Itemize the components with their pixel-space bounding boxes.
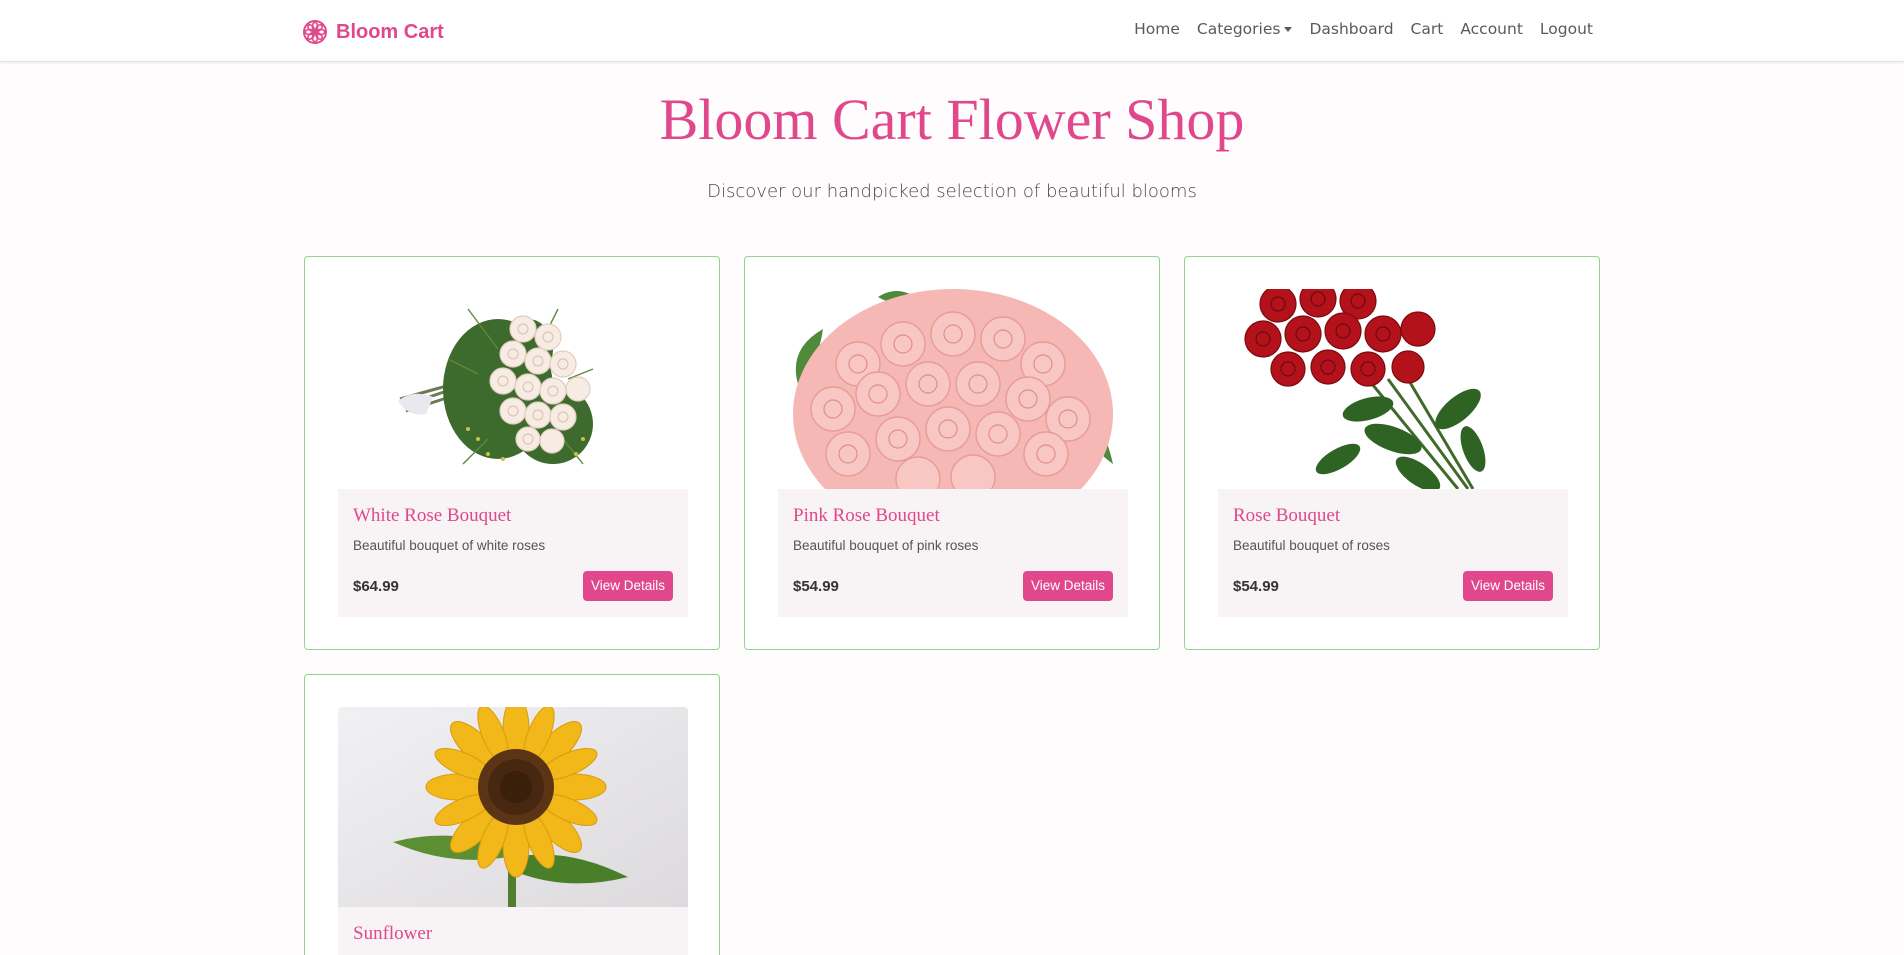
product-card-body: White Rose Bouquet Beautiful bouquet of … bbox=[338, 489, 688, 617]
product-description: Beautiful bouquet of roses bbox=[1233, 538, 1390, 553]
nav-links: Home Categories Dashboard Cart Account L… bbox=[1134, 20, 1593, 38]
nav-cart[interactable]: Cart bbox=[1411, 20, 1444, 38]
nav-logout[interactable]: Logout bbox=[1540, 20, 1593, 38]
product-title[interactable]: White Rose Bouquet bbox=[353, 505, 511, 527]
navbar: Bloom Cart Home Categories Dashboard Car… bbox=[0, 0, 1904, 62]
caret-down-icon bbox=[1284, 26, 1293, 32]
nav-home[interactable]: Home bbox=[1134, 20, 1180, 38]
nav-account[interactable]: Account bbox=[1460, 20, 1523, 38]
page-subtitle: Discover our handpicked selection of bea… bbox=[707, 181, 1197, 202]
product-card-body: Rose Bouquet Beautiful bouquet of roses … bbox=[1218, 489, 1568, 617]
view-details-button[interactable]: View Details bbox=[1462, 571, 1553, 601]
product-title[interactable]: Sunflower bbox=[353, 923, 432, 945]
product-description: Beautiful bouquet of pink roses bbox=[793, 538, 979, 553]
nav-categories-label: Categories bbox=[1196, 20, 1281, 38]
brand-link[interactable]: Bloom Cart bbox=[302, 18, 444, 46]
view-details-button[interactable]: View Details bbox=[582, 571, 673, 601]
page-title: Bloom Cart Flower Shop bbox=[659, 87, 1245, 152]
product-price: $54.99 bbox=[793, 578, 839, 595]
product-image-pink-rose[interactable] bbox=[778, 289, 1128, 489]
product-card-pink-rose: Pink Rose Bouquet Beautiful bouquet of p… bbox=[744, 256, 1160, 650]
product-description: Beautiful bouquet of white roses bbox=[353, 538, 546, 553]
nav-dashboard[interactable]: Dashboard bbox=[1309, 20, 1393, 38]
product-title[interactable]: Pink Rose Bouquet bbox=[793, 505, 940, 527]
nav-categories-dropdown[interactable]: Categories bbox=[1197, 20, 1293, 38]
product-image-sunflower[interactable] bbox=[338, 707, 688, 907]
flower-icon bbox=[303, 20, 327, 44]
product-card-sunflower: Sunflower bbox=[304, 674, 720, 955]
product-title[interactable]: Rose Bouquet bbox=[1233, 505, 1340, 527]
product-card-white-rose: White Rose Bouquet Beautiful bouquet of … bbox=[304, 256, 720, 650]
product-card-rose: Rose Bouquet Beautiful bouquet of roses … bbox=[1184, 256, 1600, 650]
product-image-rose[interactable] bbox=[1218, 289, 1568, 489]
product-price: $54.99 bbox=[1233, 578, 1279, 595]
product-card-body: Pink Rose Bouquet Beautiful bouquet of p… bbox=[778, 489, 1128, 617]
product-price: $64.99 bbox=[353, 578, 399, 595]
brand-name: Bloom Cart bbox=[336, 20, 444, 43]
product-image-white-rose[interactable] bbox=[338, 289, 688, 489]
view-details-button[interactable]: View Details bbox=[1022, 571, 1113, 601]
product-card-body: Sunflower bbox=[338, 907, 688, 955]
